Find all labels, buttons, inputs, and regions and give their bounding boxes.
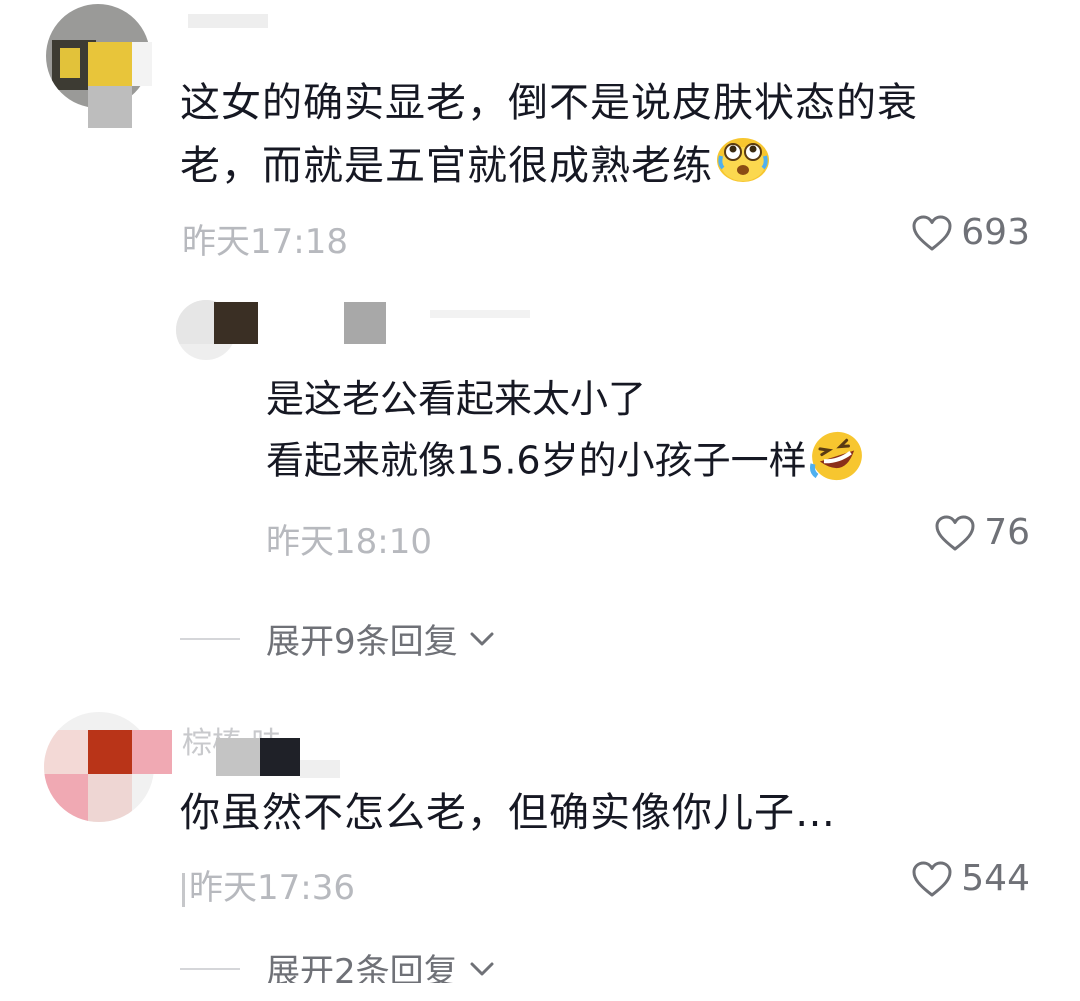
avatar-mosaic xyxy=(214,302,258,344)
chevron-down-icon xyxy=(470,632,494,645)
reply-text-line: 是这老公看起来太小了 xyxy=(266,377,647,421)
avatar-mosaic xyxy=(132,730,172,774)
comment-text-line: 这女的确实显老，倒不是说皮肤状态的衰 xyxy=(180,80,918,126)
text-cursor xyxy=(182,872,185,907)
avatar-mosaic xyxy=(44,774,88,822)
crying-laughing-emoji-icon xyxy=(715,134,771,202)
comment-text-line: 你虽然不怎么老，但确实像你儿子… xyxy=(180,790,836,836)
avatar-mosaic xyxy=(44,730,88,774)
comment-time: 昨天17:18 xyxy=(182,222,348,262)
like-button[interactable]: 693 xyxy=(911,212,1030,253)
reply-time: 昨天18:10 xyxy=(266,522,432,562)
like-button[interactable]: 544 xyxy=(911,858,1030,899)
username-mosaic xyxy=(260,738,300,776)
chevron-down-icon xyxy=(470,962,494,975)
heart-outline-icon xyxy=(912,215,952,250)
bottom-edge xyxy=(0,983,1080,1001)
avatar-mosaic xyxy=(88,42,132,86)
like-count: 693 xyxy=(961,212,1030,253)
avatar-mosaic xyxy=(132,42,152,86)
comment-text: 你虽然不怎么老，但确实像你儿子… xyxy=(180,782,836,844)
comment-text-line: 老，而就是五官就很成熟老练 xyxy=(180,134,918,202)
like-count: 544 xyxy=(961,858,1030,899)
expand-replies-button[interactable]: 展开9条回复 xyxy=(180,614,496,663)
avatar-mosaic xyxy=(88,86,132,128)
username-mosaic xyxy=(188,14,268,28)
like-button[interactable]: 76 xyxy=(934,512,1030,553)
divider xyxy=(180,967,240,970)
username-mosaic xyxy=(430,310,530,318)
avatar-mosaic xyxy=(60,48,80,78)
reply-text: 是这老公看起来太小了 看起来就像15.6岁的小孩子一样 xyxy=(266,370,865,498)
comment-time: 昨天17:36 xyxy=(182,860,355,909)
reply-text-line: 看起来就像15.6岁的小孩子一样 xyxy=(266,428,865,498)
expand-replies-label: 展开9条回复 xyxy=(266,622,458,662)
avatar-mosaic xyxy=(88,774,132,822)
username-mosaic xyxy=(300,760,340,778)
rolling-laughing-emoji-icon xyxy=(809,428,865,498)
heart-outline-icon xyxy=(935,515,975,550)
heart-outline-icon xyxy=(912,861,952,896)
avatar-mosaic xyxy=(88,730,132,774)
avatar-mosaic xyxy=(176,300,216,344)
username-mosaic xyxy=(216,738,260,776)
divider xyxy=(180,637,240,640)
username-mosaic xyxy=(344,302,386,344)
like-count: 76 xyxy=(984,512,1030,553)
comment-text: 这女的确实显老，倒不是说皮肤状态的衰 老，而就是五官就很成熟老练 xyxy=(180,72,918,202)
